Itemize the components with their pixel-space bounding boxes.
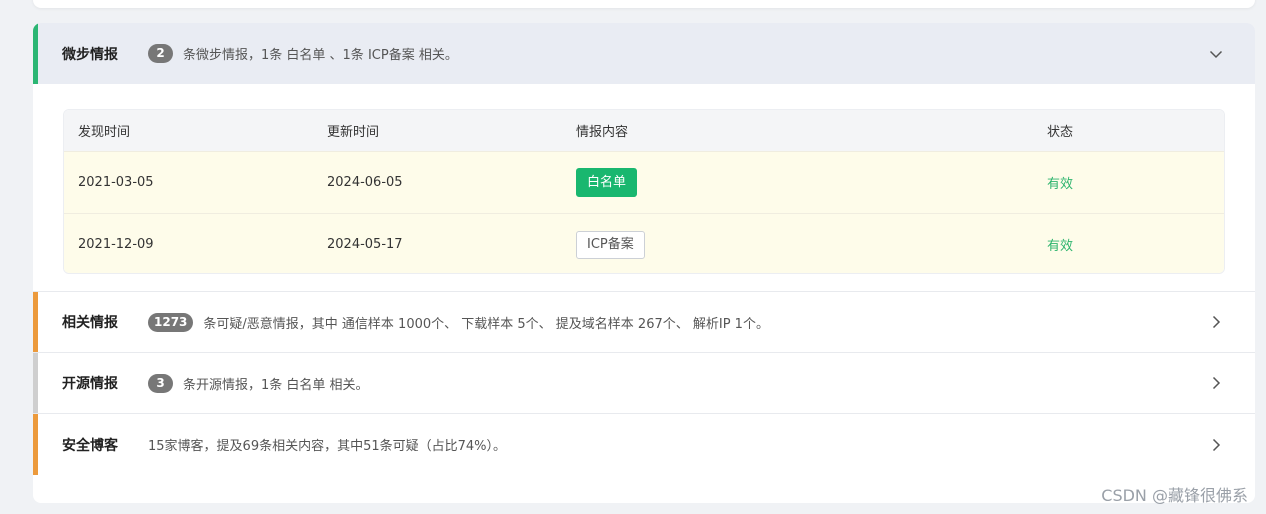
weibu-intel-table: 发现时间 更新时间 情报内容 状态 2021-03-05 2024-06-05 …	[63, 109, 1225, 274]
cell-updated-time: 2024-05-17	[327, 237, 403, 252]
section-summary: 2 条微步情报，1条 白名单 、1条 ICP备案 相关。	[148, 44, 458, 63]
summary-text: 条微步情报，1条 白名单 、1条 ICP备案 相关。	[183, 48, 458, 63]
intel-panel: 微步情报 2 条微步情报，1条 白名单 、1条 ICP备案 相关。 发现时间 更…	[33, 23, 1255, 503]
column-header-found-time: 发现时间	[78, 125, 131, 140]
count-badge: 3	[148, 373, 173, 393]
cell-status: 有效	[1047, 177, 1074, 192]
chevron-down-icon[interactable]	[1209, 47, 1223, 61]
section-title: 微步情报	[62, 46, 118, 63]
section-title: 相关情报	[62, 315, 118, 331]
summary-text: 条开源情报，1条 白名单 相关。	[183, 377, 369, 393]
chevron-right-icon[interactable]	[1209, 315, 1223, 329]
icp-record-tag[interactable]: ICP备案	[576, 230, 645, 259]
section-accent-bar	[33, 414, 38, 475]
column-header-status: 状态	[1047, 125, 1074, 140]
table-row: 2021-03-05 2024-06-05 白名单 有效	[64, 151, 1224, 213]
summary-text: 15家博客，提及69条相关内容，其中51条可疑（占比74%）。	[148, 439, 507, 454]
summary-text: 条可疑/恶意情报，其中 通信样本 1000个、 下载样本 5个、 提及域名样本 …	[203, 316, 769, 332]
section-header-weibu[interactable]: 微步情报 2 条微步情报，1条 白名单 、1条 ICP备案 相关。	[33, 23, 1255, 84]
cell-content: 白名单	[576, 168, 638, 197]
section-summary: 3 条开源情报，1条 白名单 相关。	[148, 373, 369, 393]
section-title: 开源情报	[62, 376, 118, 392]
cell-status: 有效	[1047, 239, 1074, 254]
section-accent-bar	[33, 292, 38, 352]
whitelist-tag[interactable]: 白名单	[576, 168, 638, 197]
cell-found-time: 2021-12-09	[78, 237, 154, 252]
csdn-watermark: CSDN @藏锋很佛系	[1101, 486, 1248, 505]
section-accent-bar	[33, 23, 38, 84]
column-header-updated-time: 更新时间	[327, 125, 380, 140]
column-header-content: 情报内容	[576, 125, 629, 140]
section-summary: 1273 条可疑/恶意情报，其中 通信样本 1000个、 下载样本 5个、 提及…	[148, 312, 769, 332]
table-row: 2021-12-09 2024-05-17 ICP备案 有效	[64, 213, 1224, 273]
section-divider	[33, 274, 1255, 292]
chevron-right-icon[interactable]	[1209, 376, 1223, 390]
chevron-right-icon[interactable]	[1209, 438, 1223, 452]
section-header-opensource[interactable]: 开源情报 3 条开源情报，1条 白名单 相关。	[33, 353, 1255, 414]
section-summary: 15家博客，提及69条相关内容，其中51条可疑（占比74%）。	[148, 435, 506, 454]
section-accent-bar	[33, 353, 38, 413]
section-header-related[interactable]: 相关情报 1273 条可疑/恶意情报，其中 通信样本 1000个、 下载样本 5…	[33, 292, 1255, 353]
cell-found-time: 2021-03-05	[78, 175, 154, 190]
section-title: 安全博客	[62, 437, 118, 454]
table-header-row: 发现时间 更新时间 情报内容 状态	[64, 110, 1224, 151]
count-badge: 2	[148, 44, 173, 63]
section-header-blogs[interactable]: 安全博客 15家博客，提及69条相关内容，其中51条可疑（占比74%）。	[33, 414, 1255, 475]
cell-content: ICP备案	[576, 230, 645, 259]
count-badge: 1273	[148, 312, 194, 332]
cell-updated-time: 2024-06-05	[327, 175, 403, 190]
previous-card-edge	[33, 0, 1255, 8]
